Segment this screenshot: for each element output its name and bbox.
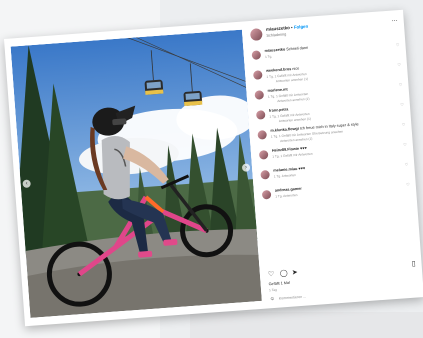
add-comment-input[interactable]: Kommentieren ... — [279, 295, 307, 301]
comment-meta[interactable]: 1 Tg. Antworten — [275, 193, 298, 199]
photo-illustration — [10, 29, 262, 318]
comment-like-icon[interactable]: ♡ — [402, 122, 406, 127]
comment-like-icon[interactable]: ♡ — [396, 42, 400, 47]
comment-list: miauszetko Schneli dann 1 Tg. ♡ weekend.bro… — [251, 38, 412, 209]
commenter-avatar[interactable] — [261, 189, 272, 200]
author-avatar[interactable] — [249, 28, 263, 41]
instagram-post-card: ‹ › miauszetko • Folgen Schladming ⋯ mia… — [3, 9, 423, 327]
emoji-icon[interactable]: ☺ — [270, 296, 276, 302]
comment-body: ♥♥♥ — [299, 146, 307, 151]
commenter-name[interactable]: Heinz89.Flowie — [272, 147, 299, 153]
commenter-avatar[interactable] — [251, 50, 262, 60]
view-replies-link[interactable]: Antworten ansehen (1) — [276, 77, 308, 83]
commenter-name[interactable]: melanie.miau — [273, 167, 297, 173]
comment-like-icon[interactable]: ♡ — [404, 162, 408, 167]
add-comment-field[interactable]: ☺ Kommentieren ... — [270, 285, 420, 303]
comment-icon[interactable]: ◯ — [280, 269, 288, 278]
post-date: 1 Tag — [268, 287, 277, 293]
post-location[interactable]: Schladming — [266, 32, 286, 37]
share-icon[interactable]: ➤ — [292, 268, 298, 276]
post-sidebar: miauszetko • Folgen Schladming ⋯ miausze… — [245, 10, 423, 309]
more-dots-icon[interactable]: ⋯ — [391, 17, 398, 24]
comment-like-icon[interactable]: ♡ — [403, 142, 407, 147]
likes-count[interactable]: Gefällt 1 Mal — [269, 281, 291, 287]
comment-body: Schneli dann — [286, 45, 309, 52]
view-replies-link[interactable]: Antworten ansehen (1) — [279, 117, 311, 123]
commenter-avatar[interactable] — [255, 110, 266, 120]
post-photo[interactable]: ‹ › — [10, 29, 262, 318]
comment-meta[interactable]: 1 Tg. 1 Gefällt mir Antworten — [272, 152, 313, 159]
commenter-name[interactable]: m.klunka.flowgi — [270, 127, 299, 133]
view-replies-link[interactable]: Antworten ansehen (1) — [277, 97, 309, 103]
commenter-name[interactable]: marlene.mt — [267, 87, 288, 92]
bookmark-icon[interactable]: ▯ — [411, 260, 415, 268]
heart-icon[interactable]: ♡ — [268, 270, 275, 278]
background-band — [190, 312, 423, 338]
post-actions: ♡ ◯ ➤ ▯ — [268, 259, 418, 282]
commenter-name[interactable]: franz.petra — [269, 107, 289, 112]
commenter-avatar[interactable] — [254, 90, 265, 100]
follow-button[interactable]: Folgen — [294, 24, 309, 30]
comment-body: nice — [292, 66, 300, 71]
comment-meta[interactable]: 1 Tg. Antworten — [274, 173, 297, 179]
comment-like-icon[interactable]: ♡ — [399, 82, 403, 87]
comment-meta[interactable]: 1 Tg. — [265, 54, 272, 59]
author-username[interactable]: miauszetko • Folgen — [266, 24, 309, 32]
commenter-name[interactable]: weekend.bros — [266, 67, 292, 73]
author-name[interactable]: miauszetko — [266, 25, 290, 32]
commenter-avatar[interactable] — [258, 150, 269, 160]
commenter-avatar[interactable] — [257, 130, 268, 140]
comment-like-icon[interactable]: ♡ — [406, 182, 410, 187]
comment-like-icon[interactable]: ♡ — [397, 62, 401, 67]
commenter-name[interactable]: miauszetko — [264, 47, 285, 53]
commenter-avatar[interactable] — [252, 70, 263, 80]
view-replies-link[interactable]: Antworten ansehen (1) — [280, 137, 312, 143]
commenter-name[interactable]: andreas.gamer — [275, 187, 302, 193]
commenter-avatar[interactable] — [260, 169, 270, 180]
comment-like-icon[interactable]: ♡ — [400, 102, 404, 107]
comment-body: ♥♥♥ — [298, 166, 306, 171]
